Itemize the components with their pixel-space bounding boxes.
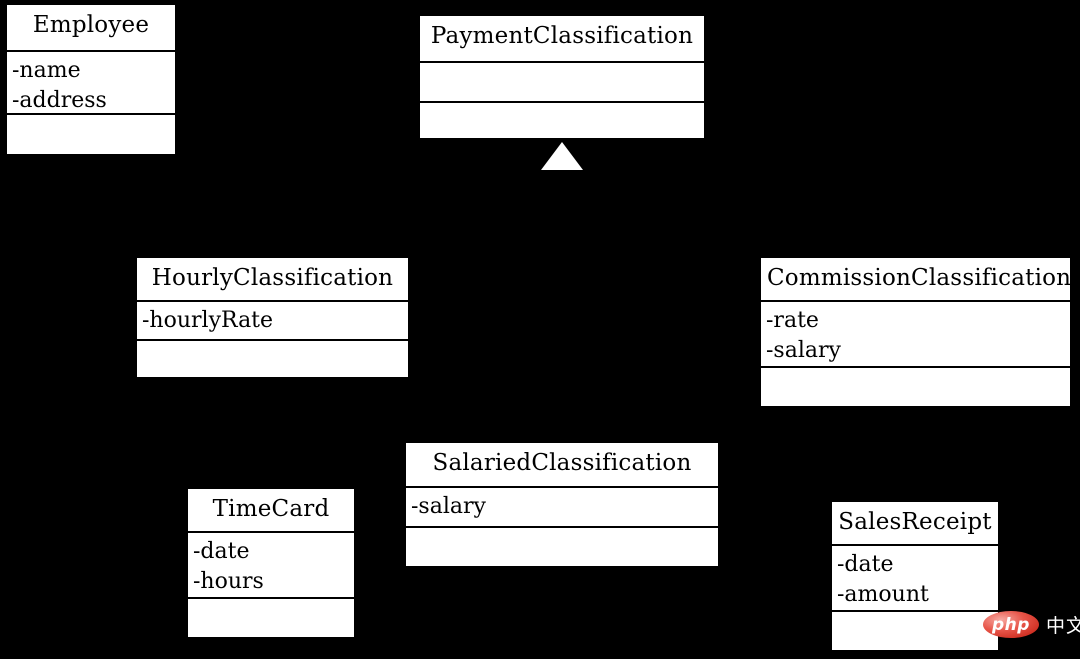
attribute-row: -hours	[193, 569, 264, 595]
class-attributes-payment-classification	[420, 63, 704, 103]
attribute-row: -hourlyRate	[142, 308, 274, 333]
class-operations-employee	[7, 115, 175, 154]
uml-diagram-canvas: Employee -name -address PaymentClassificati…	[0, 0, 1080, 659]
uml-class-salaried-classification[interactable]: SalariedClassification -salary	[404, 441, 720, 568]
uml-class-payment-classification[interactable]: PaymentClassification	[418, 14, 706, 140]
class-attributes-sales-receipt: -date -amount	[832, 546, 998, 612]
generalization-arrow-icon	[541, 142, 583, 170]
class-name-payment-classification: PaymentClassification	[420, 16, 704, 63]
uml-class-sales-receipt[interactable]: SalesReceipt -date -amount	[830, 500, 1000, 652]
class-name-salaried-classification: SalariedClassification	[406, 443, 718, 488]
class-attributes-salaried-classification: -salary	[406, 488, 718, 528]
class-attributes-employee: -name -address	[7, 52, 175, 115]
attribute-row: -date	[193, 539, 250, 564]
uml-class-employee[interactable]: Employee -name -address	[5, 3, 177, 156]
class-operations-sales-receipt	[832, 612, 998, 650]
attribute-row: -salary	[766, 338, 841, 364]
uml-class-time-card[interactable]: TimeCard -date -hours	[186, 487, 356, 639]
class-attributes-time-card: -date -hours	[188, 533, 354, 599]
class-operations-salaried-classification	[406, 528, 718, 566]
uml-class-hourly-classification[interactable]: HourlyClassification -hourlyRate	[135, 256, 410, 379]
class-operations-hourly-classification	[137, 341, 408, 377]
attribute-row: -amount	[837, 582, 929, 608]
attribute-row: -date	[837, 552, 894, 577]
class-operations-payment-classification	[420, 103, 704, 138]
class-name-employee: Employee	[7, 5, 175, 52]
attribute-row: -rate	[766, 308, 819, 333]
class-operations-time-card	[188, 599, 354, 637]
class-attributes-hourly-classification: -hourlyRate	[137, 302, 408, 341]
attribute-row: -salary	[411, 494, 486, 519]
uml-class-commission-classification[interactable]: CommissionClassification -rate -salary	[759, 256, 1072, 408]
class-name-commission-classification: CommissionClassification	[761, 258, 1071, 302]
class-name-sales-receipt: SalesReceipt	[832, 502, 998, 546]
attribute-row: -name	[12, 58, 81, 83]
class-attributes-commission-classification: -rate -salary	[761, 302, 1070, 368]
attribute-row: -address	[12, 88, 107, 114]
class-operations-commission-classification	[761, 368, 1070, 406]
watermark-text: 中文网	[1046, 615, 1080, 637]
class-name-hourly-classification: HourlyClassification	[137, 258, 408, 302]
class-name-time-card: TimeCard	[188, 489, 354, 533]
